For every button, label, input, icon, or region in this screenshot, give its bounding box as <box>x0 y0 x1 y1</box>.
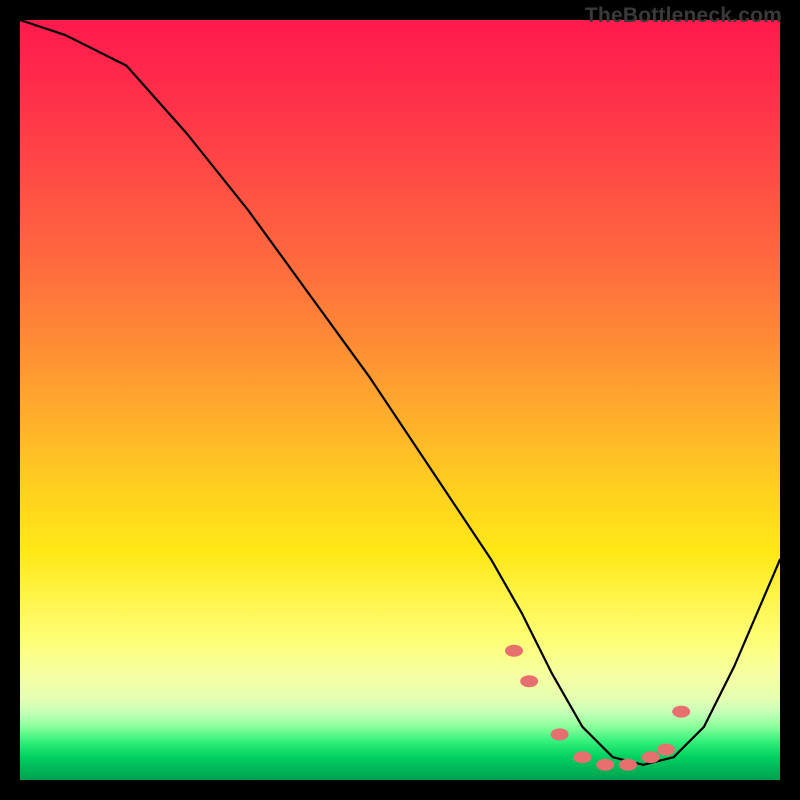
chart-stage: TheBottleneck.com <box>0 0 800 800</box>
curve-layer <box>20 20 780 780</box>
highlight-dot <box>657 744 675 756</box>
highlight-dot <box>672 706 690 718</box>
plot-area <box>20 20 780 780</box>
highlight-dot <box>596 759 614 771</box>
highlight-dots <box>505 645 690 771</box>
highlight-dot <box>573 751 591 763</box>
highlight-dot <box>551 728 569 740</box>
highlight-dot <box>520 675 538 687</box>
bottleneck-curve <box>20 20 780 765</box>
highlight-dot <box>642 751 660 763</box>
highlight-dot <box>505 645 523 657</box>
highlight-dot <box>619 759 637 771</box>
